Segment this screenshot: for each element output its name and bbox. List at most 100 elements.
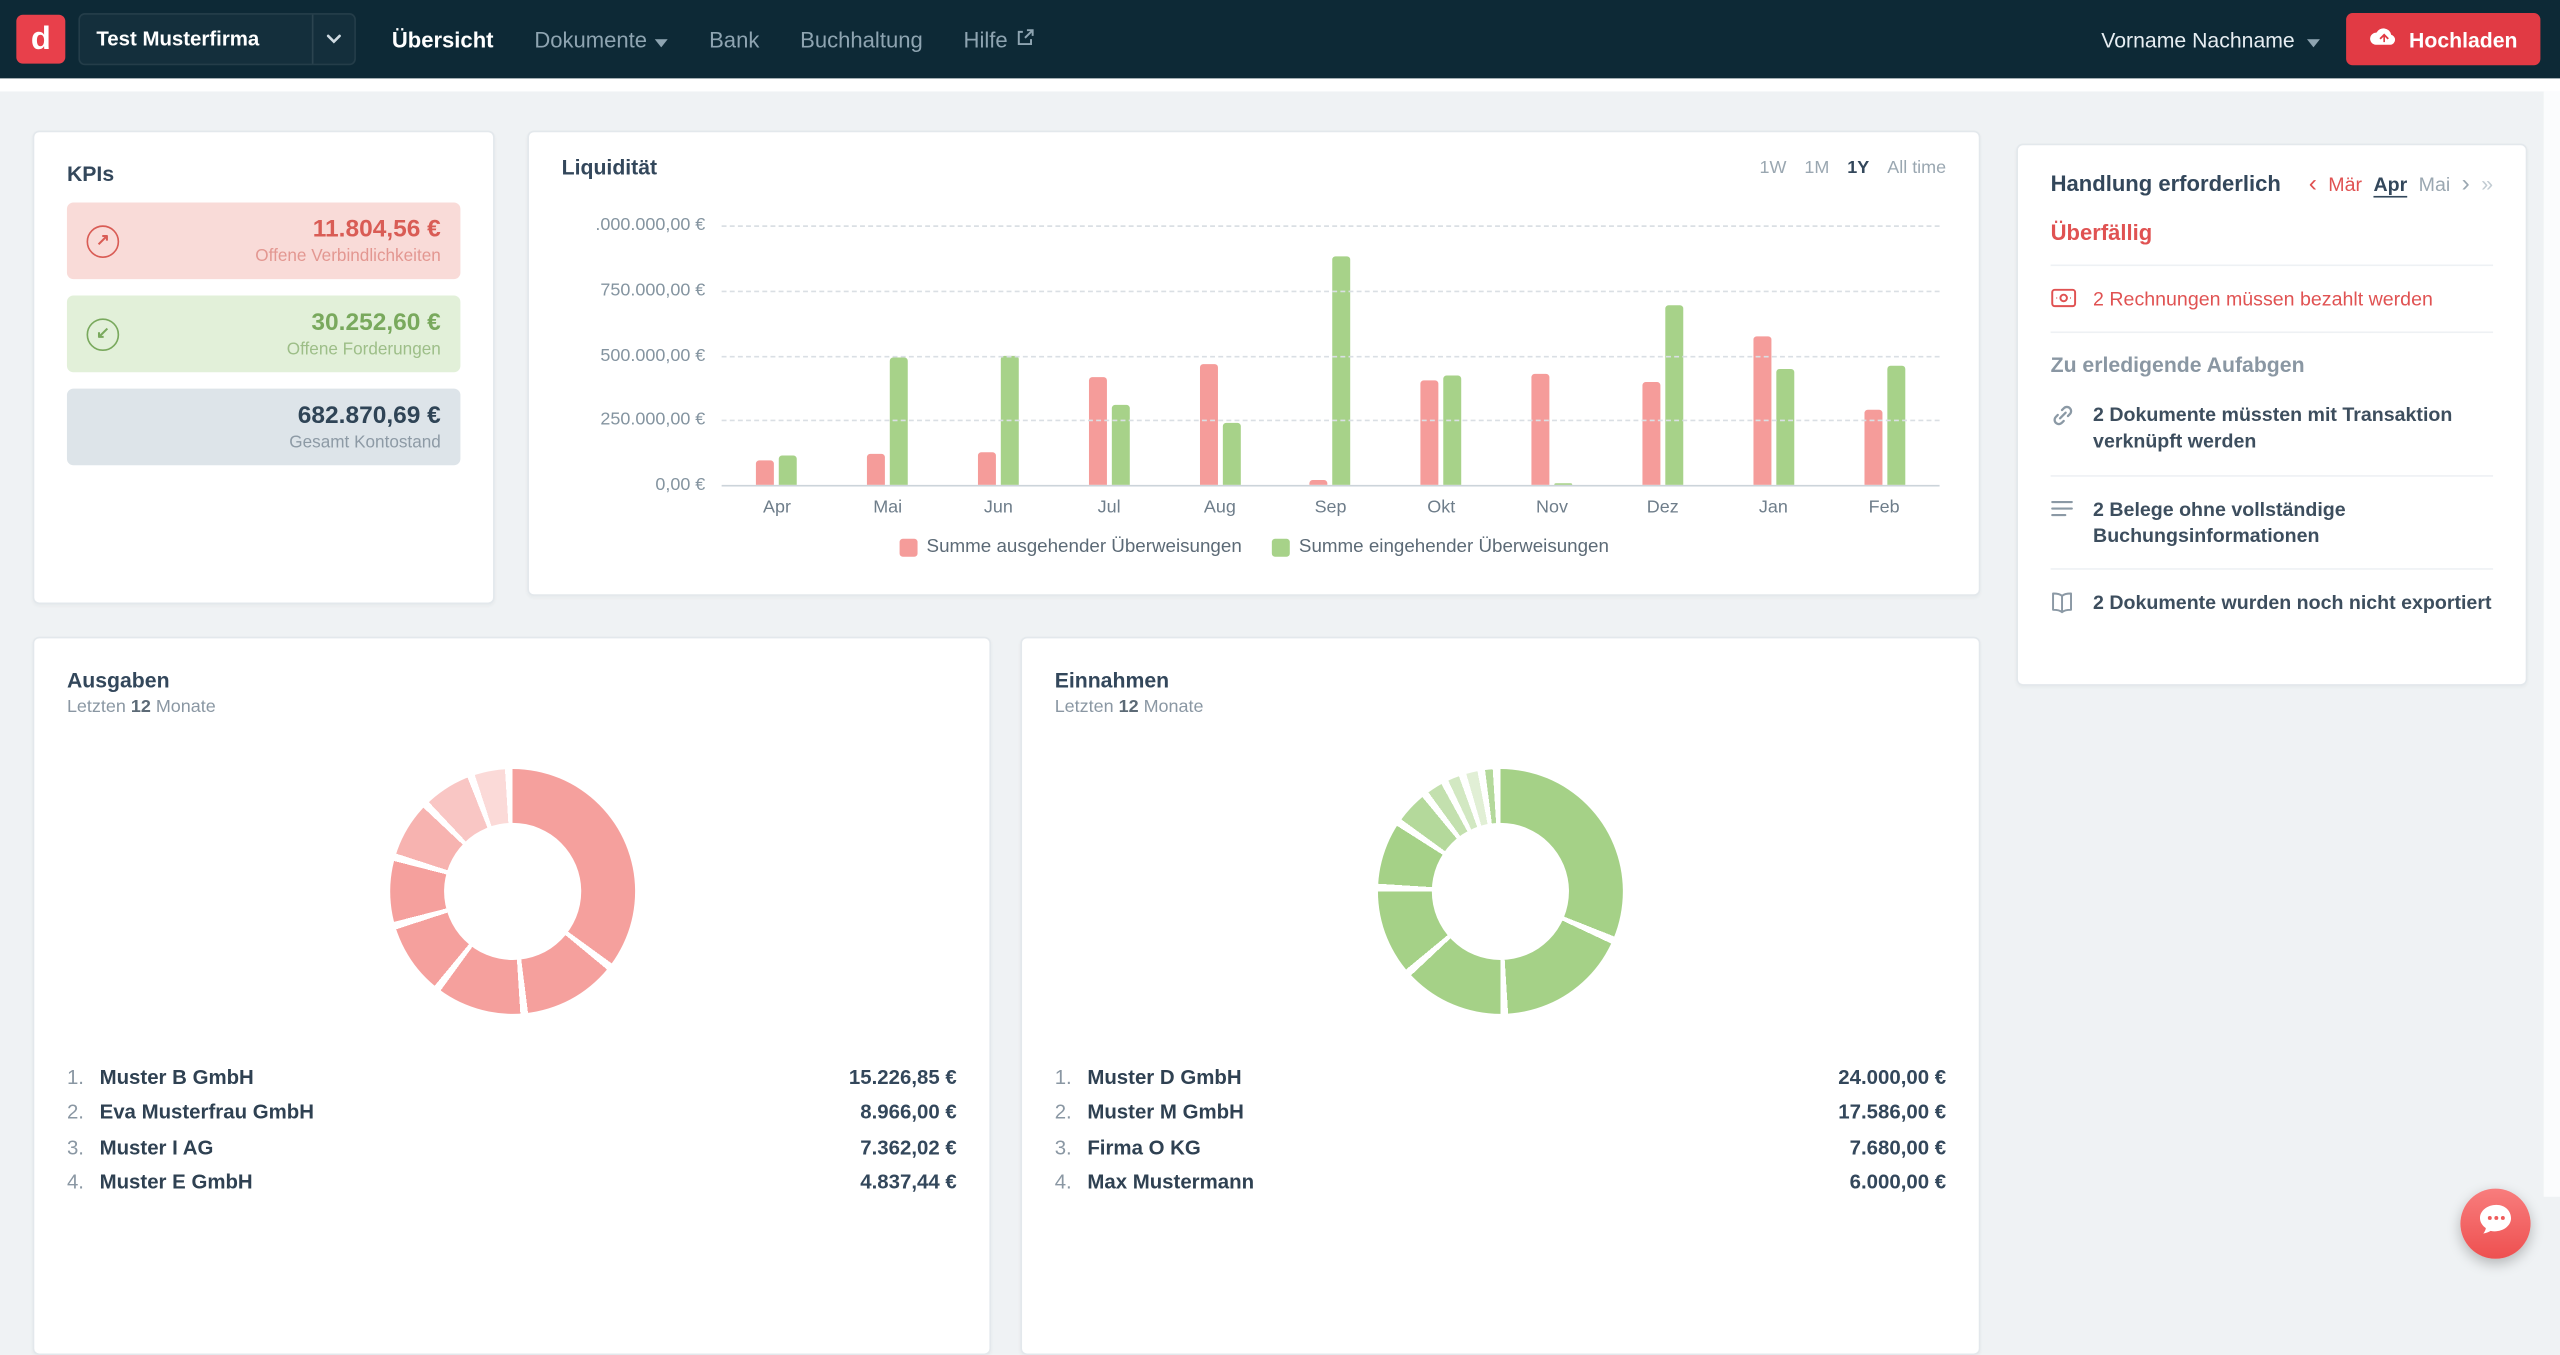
bar[interactable]	[867, 454, 885, 485]
list-item[interactable]: 4. Muster E GmbH 4.837,44 €	[67, 1165, 957, 1200]
bar[interactable]	[1112, 404, 1130, 484]
legend-swatch-in	[1271, 538, 1289, 556]
x-tick-label: Jun	[943, 498, 1054, 518]
subtitle-text: Letzten	[67, 697, 131, 717]
liquidity-chart: .000.000,00 €750.000,00 €500.000,00 €250…	[562, 225, 1940, 485]
pager-prev-month[interactable]: Mär	[2328, 172, 2362, 195]
liquidity-plot	[722, 225, 1940, 485]
bar[interactable]	[978, 452, 996, 484]
kpi-value: 11.804,56 €	[313, 216, 441, 244]
kpis-card: KPIs ↗ 11.804,56 € Offene Verbindlichkei…	[33, 131, 495, 604]
nav-item-buchhaltung[interactable]: Buchhaltung	[800, 27, 923, 51]
customer-name: Muster D GmbH	[1087, 1066, 1241, 1089]
caret-down-icon	[655, 27, 668, 51]
bar[interactable]	[1532, 373, 1550, 485]
x-tick-label: Apr	[722, 498, 833, 518]
vendor-name: Eva Musterfrau GmbH	[100, 1101, 314, 1124]
app-logo[interactable]: d	[16, 15, 65, 64]
bar[interactable]	[1776, 369, 1794, 485]
user-name: Vorname Nachname	[2101, 27, 2294, 51]
chevron-right-icon[interactable]: ›	[2462, 171, 2470, 195]
subtitle-text: Monate	[1139, 697, 1204, 717]
x-tick-label: Mai	[832, 498, 943, 518]
action-required-card: Handlung erforderlich ‹ Mär Apr Mai › » …	[2016, 144, 2527, 686]
bar[interactable]	[1199, 364, 1217, 485]
list-item[interactable]: 4. Max Mustermann 6.000,00 €	[1055, 1165, 1946, 1200]
bar[interactable]	[1753, 337, 1771, 485]
todo-link-transactions-item[interactable]: 2 Dokumente müssten mit Transaktion verk…	[2051, 382, 2493, 476]
range-all-time[interactable]: All time	[1887, 158, 1946, 178]
customer-name: Muster M GmbH	[1087, 1101, 1243, 1124]
ausgaben-top-list: 1. Muster B GmbH 15.226,85 € 2. Eva Must…	[67, 1060, 957, 1200]
ausgaben-donut[interactable]	[389, 769, 634, 1014]
todo-booking-info-item[interactable]: 2 Belege ohne vollständige Buchungsinfor…	[2051, 476, 2493, 570]
list-item[interactable]: 1. Muster B GmbH 15.226,85 €	[67, 1060, 957, 1095]
x-tick-label: Feb	[1829, 498, 1940, 518]
x-tick-label: Okt	[1386, 498, 1497, 518]
bar[interactable]	[757, 460, 775, 485]
kpi-total-balance[interactable]: 682.870,69 € Gesamt Kontostand	[67, 389, 460, 466]
einnahmen-donut[interactable]	[1378, 769, 1623, 1014]
einnahmen-subtitle: Letzten 12 Monate	[1055, 697, 1946, 717]
bar[interactable]	[1089, 377, 1107, 485]
bar[interactable]	[1222, 423, 1240, 485]
list-item[interactable]: 1. Muster D GmbH 24.000,00 €	[1055, 1060, 1946, 1095]
todo-not-exported-item[interactable]: 2 Dokumente wurden noch nicht exportiert	[2051, 570, 2493, 636]
einnahmen-card: Einnahmen Letzten 12 Monate 1. Muster D …	[1020, 637, 1980, 1355]
range-1m[interactable]: 1M	[1804, 158, 1829, 178]
nav-item-hilfe[interactable]: Hilfe	[964, 27, 1036, 51]
bar[interactable]	[1887, 366, 1905, 485]
kpi-open-payables[interactable]: ↗ 11.804,56 € Offene Verbindlichkeiten	[67, 202, 460, 279]
list-item[interactable]: 3. Firma O KG 7.680,00 €	[1055, 1130, 1946, 1165]
amount: 6.000,00 €	[1850, 1171, 1946, 1194]
topbar-right: Vorname Nachname Hochladen	[2101, 13, 2540, 65]
y-tick-label: 250.000,00 €	[600, 410, 705, 430]
amount: 7.362,02 €	[860, 1136, 956, 1159]
y-tick-label: 0,00 €	[655, 475, 705, 495]
subtitle-text: Letzten	[1055, 697, 1119, 717]
nav-item-dokumente[interactable]: Dokumente	[534, 27, 668, 51]
rank: 2.	[1055, 1101, 1088, 1124]
ausgaben-subtitle: Letzten 12 Monate	[67, 697, 957, 717]
customer-name: Firma O KG	[1087, 1136, 1200, 1159]
kpis-title: KPIs	[67, 162, 460, 186]
upload-button-label: Hochladen	[2409, 27, 2518, 51]
customer-name: Max Mustermann	[1087, 1171, 1254, 1194]
list-item[interactable]: 2. Eva Musterfrau GmbH 8.966,00 €	[67, 1095, 957, 1130]
action-item-label: 2 Dokumente wurden noch nicht exportiert	[2093, 589, 2491, 615]
gridline	[722, 420, 1940, 422]
bar[interactable]	[1444, 376, 1462, 485]
upload-button[interactable]: Hochladen	[2345, 13, 2540, 65]
kpi-label: Offene Forderungen	[287, 339, 441, 359]
amount: 8.966,00 €	[860, 1101, 956, 1124]
bar[interactable]	[1421, 381, 1439, 485]
kpi-label: Offene Verbindlichkeiten	[255, 246, 441, 266]
scrollbar-gutter[interactable]	[2544, 91, 2560, 1196]
chevron-left-icon[interactable]: ‹	[2309, 171, 2317, 195]
chevron-end-icon[interactable]: »	[2481, 173, 2493, 194]
subtitle-number: 12	[131, 697, 151, 717]
user-menu[interactable]: Vorname Nachname	[2101, 27, 2319, 51]
pager-next-month[interactable]: Mai	[2419, 172, 2451, 195]
nav-item-uebersicht[interactable]: Übersicht	[392, 27, 494, 51]
overdue-invoices-item[interactable]: 2 Rechnungen müssen bezahlt werden	[2051, 264, 2493, 333]
x-tick-label: Jan	[1718, 498, 1829, 518]
bar[interactable]	[1665, 306, 1683, 485]
legend-incoming[interactable]: Summe eingehender Überweisungen	[1271, 537, 1609, 557]
legend-outgoing[interactable]: Summe ausgehender Überweisungen	[899, 537, 1242, 557]
nav-item-bank[interactable]: Bank	[709, 27, 759, 51]
logo-letter: d	[31, 20, 51, 58]
kpi-label: Gesamt Kontostand	[289, 432, 441, 452]
range-1y[interactable]: 1Y	[1847, 158, 1869, 178]
bar[interactable]	[779, 455, 797, 485]
list-item[interactable]: 2. Muster M GmbH 17.586,00 €	[1055, 1095, 1946, 1130]
liquidity-header: Liquidität 1W 1M 1Y All time	[562, 155, 1946, 179]
company-selector[interactable]: Test Musterfirma	[78, 13, 356, 65]
bar[interactable]	[1642, 382, 1660, 485]
range-selector: 1W 1M 1Y All time	[1759, 158, 1946, 178]
pager-current-month[interactable]: Apr	[2373, 172, 2407, 195]
kpi-open-receivables[interactable]: ↙ 30.252,60 € Offene Forderungen	[67, 296, 460, 373]
range-1w[interactable]: 1W	[1759, 158, 1786, 178]
list-item[interactable]: 3. Muster I AG 7.362,02 €	[67, 1130, 957, 1165]
chat-widget-button[interactable]	[2460, 1189, 2530, 1259]
